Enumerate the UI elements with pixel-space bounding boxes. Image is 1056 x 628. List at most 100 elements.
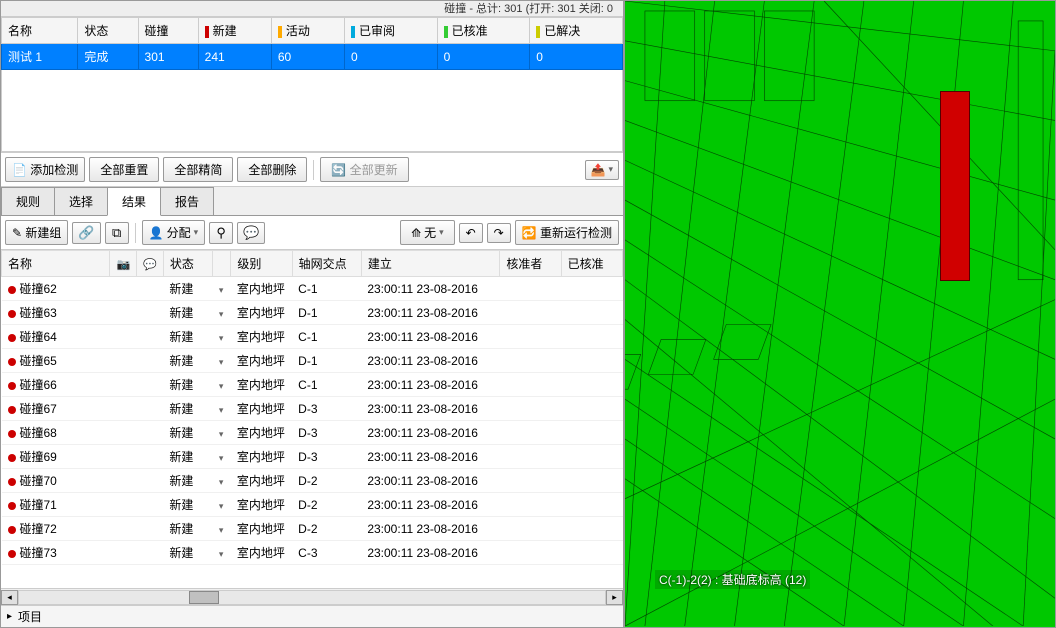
chevron-down-icon[interactable]: ▾ — [219, 285, 224, 295]
add-detection-button[interactable]: 📄 添加检测 — [5, 157, 85, 182]
plus-icon: 📄 — [12, 163, 27, 177]
horizontal-scrollbar[interactable]: ◂ ▸ — [1, 588, 623, 605]
results-table: 名称 状态级别轴网交点建立核准者已核准 碰撞62新建▾室内地坪C-123:00:1… — [1, 250, 623, 565]
summary-cell[interactable]: 60 — [271, 44, 344, 70]
status-dot-icon — [8, 550, 16, 558]
chevron-down-icon[interactable]: ▾ — [219, 477, 224, 487]
results-header-9[interactable]: 已核准 — [561, 251, 622, 277]
detection-toolbar: 📄 添加检测 全部重置 全部精简 全部删除 🔄 全部更新 📤 ▾ — [1, 153, 623, 187]
undo-button[interactable]: ↶ — [459, 223, 483, 243]
summary-header-6: 已核准 — [437, 18, 530, 44]
filter-button[interactable]: ⚲ — [209, 222, 233, 244]
status-dot-icon — [8, 526, 16, 534]
table-row[interactable]: 碰撞69新建▾室内地坪D-323:00:11 23-08-2016 — [2, 445, 623, 469]
3d-viewport[interactable]: C(-1)-2(2) : 基础底标高 (12) — [624, 0, 1056, 628]
table-row[interactable]: 碰撞63新建▾室内地坪D-123:00:11 23-08-2016 — [2, 301, 623, 325]
none-dropdown[interactable]: ⟰无 ▾ — [400, 220, 455, 245]
results-header-4[interactable] — [213, 251, 231, 277]
update-all-button[interactable]: 🔄 全部更新 — [320, 157, 408, 182]
chevron-down-icon[interactable]: ▾ — [219, 357, 224, 367]
table-row[interactable]: 碰撞62新建▾室内地坪C-123:00:11 23-08-2016 — [2, 277, 623, 301]
chevron-down-icon[interactable]: ▾ — [219, 429, 224, 439]
results-header-3[interactable]: 状态 — [163, 251, 213, 277]
project-section-header[interactable]: ▸ 项目 — [1, 605, 623, 627]
filter-icon: ⚲ — [216, 225, 226, 240]
table-row[interactable]: 碰撞70新建▾室内地坪D-223:00:11 23-08-2016 — [2, 469, 623, 493]
rerun-icon: 🔁 — [522, 226, 537, 240]
table-row[interactable]: 碰撞65新建▾室内地坪D-123:00:11 23-08-2016 — [2, 349, 623, 373]
tab-规则[interactable]: 规则 — [1, 187, 55, 215]
ungroup-button[interactable]: ⧉ — [105, 222, 129, 244]
status-dot-icon — [8, 478, 16, 486]
comment-icon: 💬 — [243, 225, 259, 240]
viewport-coordinates-label: C(-1)-2(2) : 基础底标高 (12) — [655, 570, 810, 589]
table-row[interactable]: 碰撞68新建▾室内地坪D-323:00:11 23-08-2016 — [2, 421, 623, 445]
delete-all-button[interactable]: 全部删除 — [237, 157, 307, 182]
table-row[interactable]: 碰撞67新建▾室内地坪D-323:00:11 23-08-2016 — [2, 397, 623, 421]
project-label: 项目 — [18, 608, 42, 625]
table-row[interactable]: 碰撞72新建▾室内地坪D-223:00:11 23-08-2016 — [2, 517, 623, 541]
redo-icon: ↷ — [494, 226, 504, 240]
comment-button[interactable]: 💬 — [237, 222, 265, 244]
tab-选择[interactable]: 选择 — [54, 187, 108, 215]
chevron-down-icon[interactable]: ▾ — [219, 525, 224, 535]
tab-报告[interactable]: 报告 — [160, 187, 214, 215]
expand-arrow-icon: ▸ — [7, 611, 12, 622]
export-dropdown-button[interactable]: 📤 ▾ — [585, 160, 619, 180]
summary-table: 名称状态碰撞新建活动已审阅已核准已解决 测试 1完成30124160000 — [1, 17, 623, 70]
results-header-2[interactable] — [137, 251, 164, 277]
table-row[interactable]: 碰撞73新建▾室内地坪C-323:00:11 23-08-2016 — [2, 541, 623, 565]
status-dot-icon — [8, 358, 16, 366]
results-header-6[interactable]: 轴网交点 — [292, 251, 361, 277]
scroll-left-button[interactable]: ◂ — [1, 590, 18, 605]
chevron-down-icon[interactable]: ▾ — [219, 405, 224, 415]
chevron-down-icon[interactable]: ▾ — [219, 381, 224, 391]
chevron-down-icon[interactable]: ▾ — [219, 453, 224, 463]
summary-cell[interactable]: 0 — [437, 44, 530, 70]
tabs-bar: 规则选择结果报告 — [1, 187, 623, 216]
summary-header-4: 活动 — [271, 18, 344, 44]
summary-header-0: 名称 — [2, 18, 78, 44]
table-row[interactable]: 碰撞71新建▾室内地坪D-223:00:11 23-08-2016 — [2, 493, 623, 517]
summary-cell[interactable]: 完成 — [78, 44, 138, 70]
status-dot-icon — [8, 502, 16, 510]
reset-all-button[interactable]: 全部重置 — [89, 157, 159, 182]
tab-结果[interactable]: 结果 — [107, 187, 161, 216]
chevron-down-icon[interactable]: ▾ — [219, 333, 224, 343]
summary-cell[interactable]: 测试 1 — [2, 44, 78, 70]
scroll-thumb[interactable] — [189, 591, 219, 604]
link-button[interactable]: 🔗 — [72, 222, 100, 244]
summary-cell[interactable]: 241 — [198, 44, 271, 70]
summary-cell[interactable]: 0 — [530, 44, 623, 70]
results-header-0[interactable]: 名称 — [2, 251, 110, 277]
results-header-5[interactable]: 级别 — [231, 251, 292, 277]
status-dot-icon — [8, 406, 16, 414]
summary-header-1: 状态 — [78, 18, 138, 44]
new-group-button[interactable]: ✎ 新建组 — [5, 220, 68, 245]
summary-cell[interactable]: 301 — [138, 44, 198, 70]
assign-dropdown[interactable]: 👤 分配 ▾ — [142, 220, 206, 245]
results-header-8[interactable]: 核准者 — [500, 251, 561, 277]
highlighted-clash-element — [940, 91, 970, 281]
status-color-swatch — [444, 26, 448, 38]
status-summary-bar: 碰撞 - 总计: 301 (打开: 301 关闭: 0 — [1, 1, 623, 17]
scroll-right-button[interactable]: ▸ — [606, 590, 623, 605]
results-header-7[interactable]: 建立 — [361, 251, 499, 277]
chevron-down-icon[interactable]: ▾ — [219, 309, 224, 319]
chevron-down-icon[interactable]: ▾ — [219, 501, 224, 511]
chevron-down-icon[interactable]: ▾ — [219, 549, 224, 559]
refresh-icon: 🔄 — [331, 163, 346, 177]
results-header-1[interactable] — [110, 251, 137, 277]
rerun-detection-button[interactable]: 🔁 重新运行检测 — [515, 220, 619, 245]
summary-cell[interactable]: 0 — [344, 44, 437, 70]
compact-all-button[interactable]: 全部精简 — [163, 157, 233, 182]
table-row[interactable]: 碰撞66新建▾室内地坪C-123:00:11 23-08-2016 — [2, 373, 623, 397]
summary-header-3: 新建 — [198, 18, 271, 44]
table-row[interactable]: 碰撞64新建▾室内地坪C-123:00:11 23-08-2016 — [2, 325, 623, 349]
redo-button[interactable]: ↷ — [487, 223, 511, 243]
export-icon: 📤 — [591, 163, 606, 177]
chat-icon — [143, 257, 157, 271]
link-icon: 🔗 — [78, 225, 94, 240]
summary-selected-row[interactable]: 测试 1完成30124160000 — [2, 44, 623, 70]
wireframe-model — [625, 1, 1055, 626]
